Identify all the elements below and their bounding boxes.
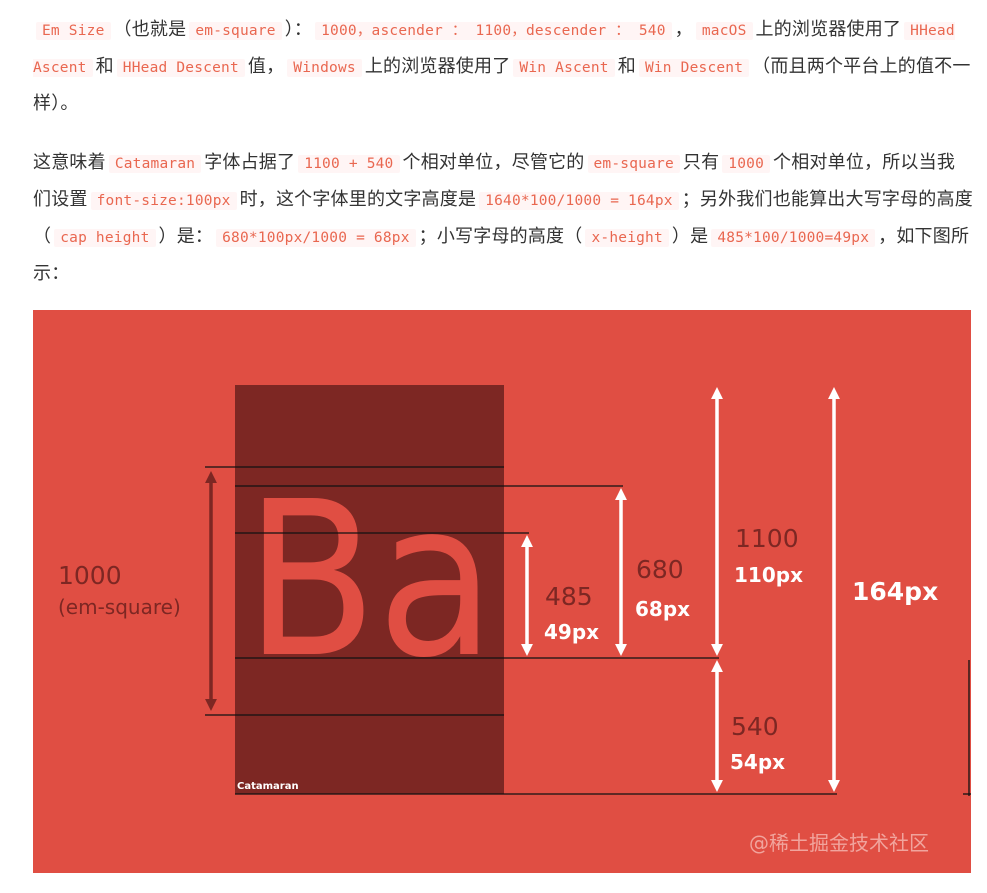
text: ）是： [158,226,214,247]
total-height-px: 164px [852,577,938,606]
text: 和 [617,56,636,77]
inline-code-win-descent: Win Descent [638,59,750,77]
paragraph-font-metrics: Em Size （也就是 em-square）： 1000，ascender ： 11… [33,12,973,121]
text: 只有 [682,152,720,173]
text: 时，这个字体里的文字高度是 [239,189,477,210]
paragraph-font-height-calc: 这意味着 Catamaran 字体占据了 1100 + 540 个相对单位，尽管它的 em… [33,145,973,291]
font-metrics-diagram: Ba Catamaran 1000 (em-square) 485 49px 6… [58,385,971,855]
inline-code-hhead-descent: HHead Descent [116,59,245,77]
x-height-value: 485 [545,582,593,611]
font-name-label: Catamaran [237,781,299,792]
em-value-label: 1000 [58,561,122,590]
inline-code-windows: Windows [287,59,362,77]
inline-code-1000: 1000 [722,155,771,173]
text: ；小写字母的高度（ [418,226,583,247]
inline-code-em-size: Em Size [36,22,111,40]
inline-code-em-square: em-square [189,22,282,40]
text: 和 [95,56,114,77]
text: ）是 [671,226,709,247]
ascender-value: 1100 [735,524,799,553]
em-square-label: (em-square) [58,595,181,619]
text: ）： [284,19,313,40]
cap-height-value: 680 [636,555,684,584]
inline-code-catamaran: Catamaran [108,155,202,173]
x-height-px: 49px [544,620,599,644]
text: 字体占据了 [204,152,296,173]
text: ， [674,19,693,40]
text: 上的浏览器使用了 [755,19,902,40]
text: 这意味着 [33,152,106,173]
inline-code-metric-values: 1000，ascender ： 1100，descender ： 540 [315,22,672,40]
inline-code-units-sum: 1100 + 540 [298,155,400,173]
inline-code-xheight-calc: 485*100/1000=49px [711,229,876,247]
text: （也就是 [113,19,187,40]
descender-value: 540 [731,712,779,741]
inline-code-cap-calc: 680*100px/1000 = 68px [216,229,416,247]
inline-code-x-height: x-height [585,229,669,247]
text: 上的浏览器使用了 [364,56,511,77]
inline-code-height-calc: 1640*100/1000 = 164px [479,192,679,210]
inline-code-em-square: em-square [587,155,680,173]
text: 个相对单位，尽管它的 [402,152,585,173]
cap-height-px: 68px [635,597,690,621]
inline-code-font-size: font-size:100px [90,192,237,210]
inline-code-win-ascent: Win Ascent [513,59,615,77]
ascender-px: 110px [734,563,803,587]
watermark: @稀土掘金技术社区 [749,831,929,855]
text: 值， [247,56,285,77]
sample-glyphs: Ba [245,456,495,705]
descender-px: 54px [730,750,785,774]
font-metrics-figure: Ba Catamaran 1000 (em-square) 485 49px 6… [33,310,971,873]
inline-code-cap-height: cap height [54,229,156,247]
inline-code-macos: macOS [695,22,753,40]
